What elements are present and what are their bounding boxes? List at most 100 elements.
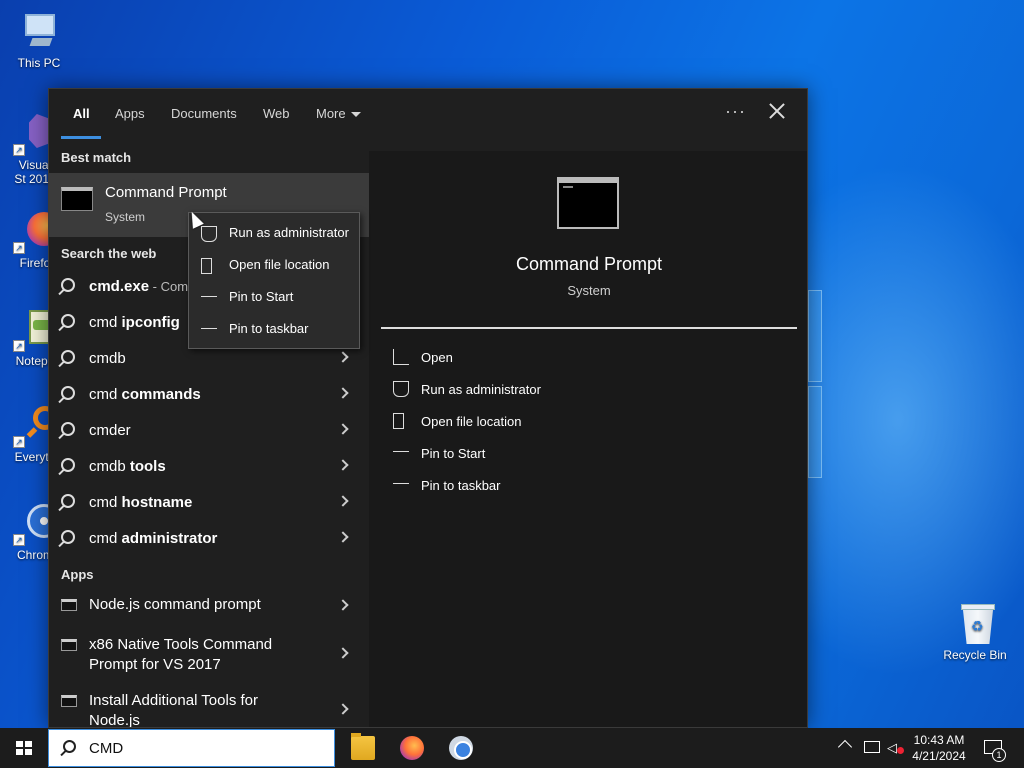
tab-documents[interactable]: Documents [171,106,237,121]
open-icon [393,349,409,365]
computer-icon [17,10,61,54]
wallpaper-pane [808,386,822,478]
taskbar-search-box[interactable]: CMD [48,729,335,767]
search-input[interactable]: CMD [89,740,123,757]
web-result-text: cmd [89,494,122,511]
shortcut-arrow-icon: ↗ [13,144,25,156]
shortcut-arrow-icon: ↗ [13,436,25,448]
tab-more[interactable]: More [316,106,361,121]
pin-icon [393,451,409,457]
best-match-subtitle: System [105,210,146,224]
start-button[interactable] [0,728,48,768]
search-icon [61,422,75,436]
tab-web[interactable]: Web [263,106,290,121]
wallpaper-pane [808,290,822,382]
web-result-bold: commands [121,386,201,403]
web-result[interactable]: cmder [49,413,369,449]
web-result-text: cmd.exe [89,278,150,295]
desktop-icon-this-pc[interactable]: This PC [4,10,74,70]
chevron-right-icon[interactable] [337,423,349,435]
volume-muted-icon[interactable]: ◁ [887,741,904,755]
search-tabs: All Apps Documents Web More ··· [49,89,807,141]
app-result[interactable]: Node.js command prompt [49,585,369,625]
web-result-bold: ipconfig [121,314,180,331]
app-result[interactable]: Install Additional Tools for Node.js [49,681,369,728]
shield-icon [393,381,409,397]
file-explorer-icon[interactable] [351,733,375,760]
app-result-line: Install Additional Tools for [89,692,258,709]
taskbar: CMD ◁ 10:43 AM 4/21/2024 1 [0,728,1024,768]
system-clock[interactable]: 10:43 AM 4/21/2024 [908,732,970,764]
web-result[interactable]: cmd administrator [49,521,369,557]
context-menu-label: Pin to Start [229,289,294,304]
context-menu-label: Pin to taskbar [229,321,309,336]
app-result-line: Node.js [89,712,140,728]
app-result-line: x86 Native Tools Command [89,636,273,653]
context-menu: Run as administrator Open file location … [188,212,360,349]
close-icon[interactable] [765,99,789,123]
chevron-right-icon[interactable] [337,531,349,543]
pin-icon [393,483,409,489]
web-result-text: cmd [89,530,122,547]
search-icon [61,386,75,400]
notification-count-badge: 1 [992,748,1006,762]
web-result[interactable]: cmd hostname [49,485,369,521]
terminal-icon [61,599,77,611]
file-icon [201,258,212,274]
context-menu-item-pin-to-taskbar[interactable]: Pin to taskbar [189,313,359,345]
context-menu-label: Open file location [229,257,330,272]
action-label: Open [421,350,453,365]
app-result-label: x86 Native Tools Command Prompt for VS 20… [89,635,272,675]
app-result[interactable]: x86 Native Tools Command Prompt for VS 20… [49,625,369,681]
file-icon [393,413,404,429]
more-options-icon[interactable]: ··· [725,101,746,122]
command-prompt-icon [557,177,619,229]
clock-date: 4/21/2024 [912,749,966,763]
desktop-icon-recycle-bin[interactable]: ♻ Recycle Bin [940,602,1010,662]
tab-apps[interactable]: Apps [115,106,145,121]
apps-heading: Apps [61,567,94,582]
app-result-label: Install Additional Tools for Node.js [89,691,258,728]
command-prompt-icon [61,187,93,211]
chevron-right-icon[interactable] [337,495,349,507]
web-result-bold: administrator [121,530,218,547]
desktop-icon-label: This PC [17,56,61,70]
web-result-text: cmder [89,422,131,439]
app-result-label: Node.js command prompt [89,596,261,613]
pin-icon [201,328,217,334]
context-menu-item-run-as-admin[interactable]: Run as administrator [189,217,359,249]
action-label: Run as administrator [421,382,541,397]
network-icon[interactable] [864,741,880,753]
terminal-icon [61,695,77,707]
shortcut-arrow-icon: ↗ [13,242,25,254]
tab-all[interactable]: All [73,106,90,121]
web-result-bold: hostname [121,494,193,511]
chrome-icon[interactable] [449,736,473,760]
clock-time: 10:43 AM [913,733,965,747]
chevron-up-icon[interactable] [837,739,853,755]
chevron-right-icon[interactable] [337,459,349,471]
search-icon [63,740,76,753]
tab-more-label: More [316,106,346,121]
chevron-right-icon[interactable] [337,387,349,399]
context-menu-item-pin-to-start[interactable]: Pin to Start [189,281,359,313]
search-icon [61,314,75,328]
firefox-icon[interactable] [400,736,424,760]
chevron-right-icon[interactable] [337,599,349,611]
chevron-right-icon[interactable] [337,647,349,659]
desktop-icon-label: Recycle Bin [943,648,1007,662]
chevron-right-icon[interactable] [337,351,349,363]
web-result-text: cmdb [89,458,130,475]
context-menu-item-open-file-location[interactable]: Open file location [189,249,359,281]
chevron-right-icon[interactable] [337,703,349,715]
details-subtitle: System [567,283,611,298]
web-result-text: cmd [89,314,122,331]
web-result[interactable]: cmdb tools [49,449,369,485]
details-title: Command Prompt [515,254,663,274]
search-icon [61,278,75,292]
search-icon [61,530,75,544]
web-result-bold: tools [129,458,166,475]
web-result[interactable]: cmd commands [49,377,369,413]
action-label: Pin to taskbar [421,478,501,493]
action-label: Pin to Start [421,446,486,461]
